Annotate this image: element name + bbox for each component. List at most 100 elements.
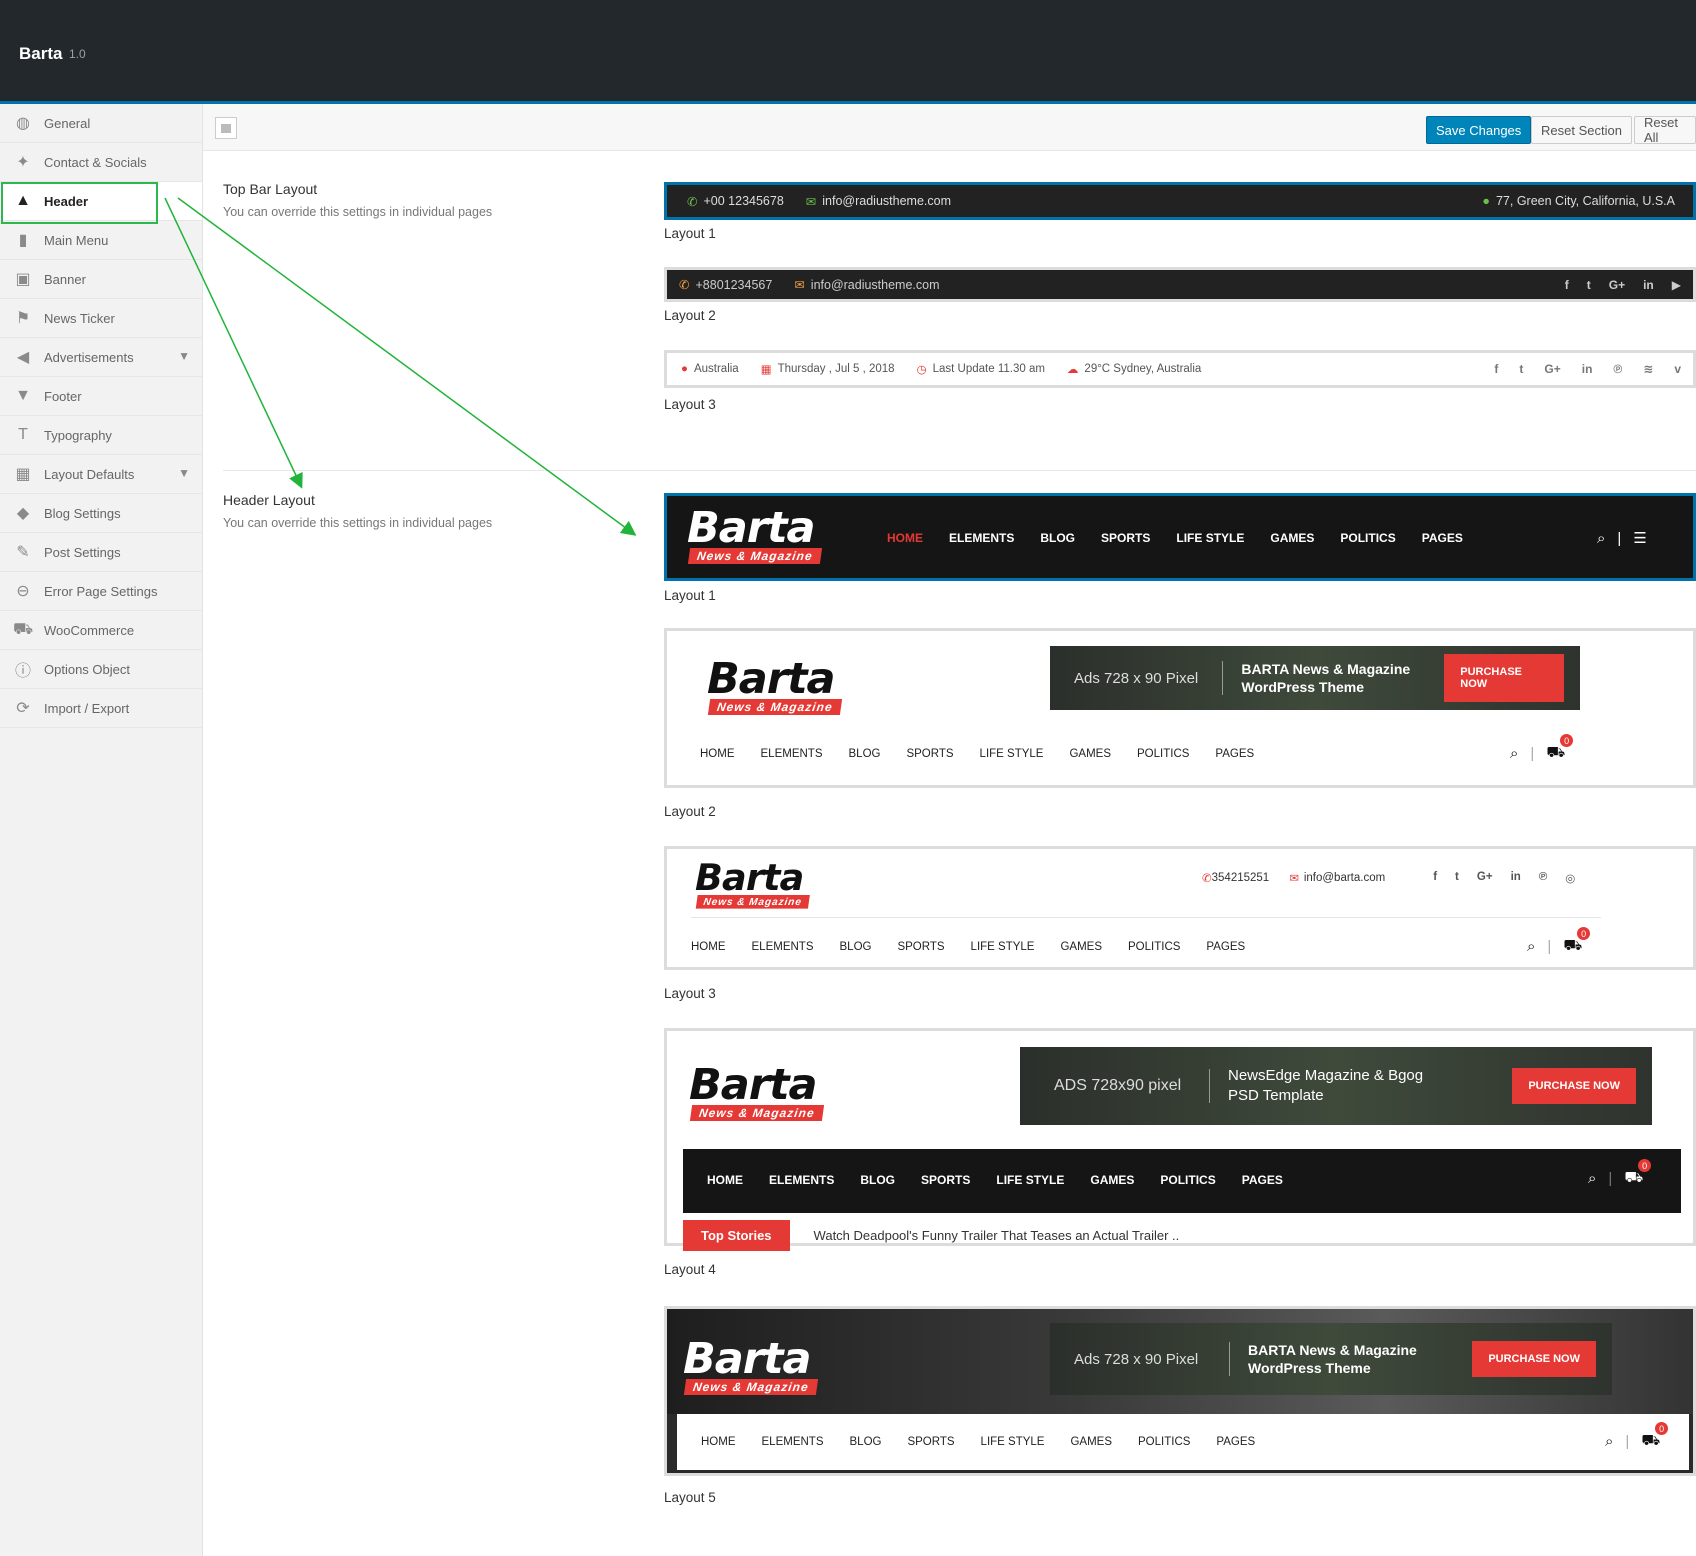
info-icon: ⓘ [14,663,31,680]
header-layout-5-option[interactable]: Barta News & Magazine Ads 728 x 90 Pixel… [664,1306,1696,1476]
image-icon: ▣ [15,271,31,288]
envelope-icon: ✉ [805,194,817,209]
sidebar-item-label: General [44,115,91,131]
sidebar-item-blog-settings[interactable]: ◆ Blog Settings [0,494,202,533]
header-divider [691,917,1601,918]
google-plus-icon: G+ [1476,871,1493,883]
pinterest-icon: ℗ [1538,871,1548,883]
header-layout-3-label: Layout 3 [664,986,716,1001]
youtube-icon: ▶ [1671,277,1681,292]
sidebar-item-layout-defaults[interactable]: ▦ Layout Defaults ▼ [0,455,202,494]
ticker-headline: Watch Deadpool's Funny Trailer That Teas… [813,1228,1180,1243]
sidebar-item-woocommerce[interactable]: ⛟ WooCommerce [0,611,202,650]
logo-word: Barta [707,654,836,704]
topbar-layout-2-option[interactable]: ✆ +8801234567 ✉ info@radiustheme.com f t G+ i… [664,267,1696,302]
topbar-address: 77, Green City, California, U.S.A [1495,194,1675,208]
nav-item-home: HOME [691,941,726,953]
nav-item-politics: POLITICS [1137,748,1190,760]
minus-circle-icon: ⊖ [16,583,30,600]
envelope-icon: ✉ [1289,873,1299,885]
header-layout-4-option[interactable]: Barta News & Magazine ADS 728x90 pixel N… [664,1028,1696,1251]
phone-icon: ✆ [687,194,698,209]
nav-item-sports: SPORTS [907,1436,955,1448]
sidebar-item-label: Header [44,193,89,209]
topbar-location: Australia [693,363,739,375]
sidebar-item-label: Import / Export [44,700,130,716]
nav-item-games: GAMES [1070,1436,1113,1448]
header-layout-1-option[interactable]: Barta News & Magazine HOME ELEMENTS BLOG… [664,493,1696,581]
nav-item-games: GAMES [1069,748,1112,760]
nav-item-sports: SPORTS [921,1173,971,1187]
expand-toggle[interactable] [215,117,237,139]
save-changes-button[interactable]: Save Changes [1426,116,1532,144]
sidebar-item-label: Blog Settings [44,505,121,521]
sidebar-item-main-menu[interactable]: ▮ Main Menu [0,221,202,260]
sidebar-item-general[interactable]: ◍ General [0,104,202,143]
header-icons: ⌕ | ⛟ 0 [1510,734,1574,763]
sidebar-item-footer[interactable]: ▼ Footer [0,377,202,416]
header-phone: 354215251 [1211,872,1270,884]
nav-bar: HOME ELEMENTS BLOG SPORTS LIFE STYLE GAM… [677,1414,1689,1470]
calendar-icon: ▦ [760,364,772,376]
ad-size: ADS 728x90 pixel [1020,1069,1210,1103]
search-icon: ⌕ [1597,529,1606,547]
megaphone-icon: ◀ [16,349,30,366]
pinterest-icon: ℗ [1613,362,1623,376]
topbar-layout-1-option[interactable]: ✆ +00 12345678 ✉ info@radiustheme.com ● 77,… [664,182,1696,220]
chevron-down-icon: ▼ [178,466,190,480]
topbar-section-desc: You can override this settings in indivi… [223,205,493,219]
instagram-icon: ◎ [1565,873,1576,885]
topbar-weather: 29°C Sydney, Australia [1084,363,1202,375]
sidebar-item-label: Banner [44,271,86,287]
palette-icon: ◍ [16,115,30,132]
topbar-phone: +8801234567 [695,277,773,292]
reset-section-button[interactable]: Reset Section [1531,116,1632,144]
phone-icon: ✆ [1202,873,1212,885]
sidebar-item-banner[interactable]: ▣ Banner [0,260,202,299]
logo-tag: News & Magazine [683,1379,818,1395]
nav-item-pages: PAGES [1206,941,1246,953]
nav-item-sports: SPORTS [1101,531,1151,545]
search-icon: ⌕ [1527,938,1536,955]
separator: | [1530,745,1535,762]
sidebar-item-header[interactable]: ▲ Header [0,182,202,224]
header-layout-2-option[interactable]: Barta News & Magazine Ads 728 x 90 Pixel… [664,628,1696,788]
facebook-icon: f [1564,277,1569,292]
topbar-layout-3-option[interactable]: ● Australia ▦ Thursday , Jul 5 , 2018 ◷ Las… [664,350,1696,388]
topbar-email: info@radiustheme.com [822,194,951,208]
nav-item-life-style: LIFE STYLE [996,1173,1065,1187]
sidebar-item-options-object[interactable]: ⓘ Options Object [0,650,202,689]
sidebar-item-import-export[interactable]: ⟳ Import / Export [0,689,202,728]
ad-size: Ads 728 x 90 Pixel [1050,661,1224,695]
header-email: info@barta.com [1303,872,1386,884]
sidebar-item-advertisements[interactable]: ◀ Advertisements ▼ [0,338,202,377]
sidebar-item-contact-socials[interactable]: ✦ Contact & Socials [0,143,202,182]
sidebar-item-error-page[interactable]: ⊖ Error Page Settings [0,572,202,611]
sidebar-item-label: Error Page Settings [44,583,158,599]
phone-icon: ✆ [679,278,690,292]
sidebar: ◍ General ✦ Contact & Socials ▲ Header ▮ Mai… [0,104,203,1556]
ad-title: BARTA News & Magazine WordPress Theme [1241,661,1411,695]
sidebar-item-label: Advertisements [44,349,134,365]
ad-banner: Ads 728 x 90 Pixel BARTA News & Magazine… [1050,1323,1612,1395]
twitter-icon: t [1586,277,1591,292]
main-nav: HOME ELEMENTS BLOG SPORTS LIFE STYLE GAM… [707,1173,1309,1187]
header-layout-3-option[interactable]: Barta News & Magazine ✆ 354215251 ✉ info@b… [664,846,1696,970]
sidebar-item-typography[interactable]: T Typography [0,416,202,455]
logo-word: Barta [683,1334,812,1384]
header-layout-1-label: Layout 1 [664,588,716,603]
social-icons: f t G+ in ▶ [1565,278,1693,292]
nav-item-elements: ELEMENTS [761,1436,824,1448]
reset-all-button[interactable]: Reset All [1634,115,1696,145]
options-toolbar: Save Changes Reset Section Reset All [203,104,1696,151]
map-pin-icon: ● [1482,194,1490,208]
logo-tag: News & Magazine [687,548,822,564]
sidebar-item-label: WooCommerce [44,622,135,638]
nav-bar: HOME ELEMENTS BLOG SPORTS LIFE STYLE GAM… [683,1149,1681,1213]
nav-item-elements: ELEMENTS [949,531,1015,545]
sidebar-item-news-ticker[interactable]: ⚑ News Ticker [0,299,202,338]
header-section-title: Header Layout [223,492,315,508]
grid-icon: ▦ [15,466,31,483]
sidebar-item-post-settings[interactable]: ✎ Post Settings [0,533,202,572]
logo-word: Barta [687,503,816,553]
